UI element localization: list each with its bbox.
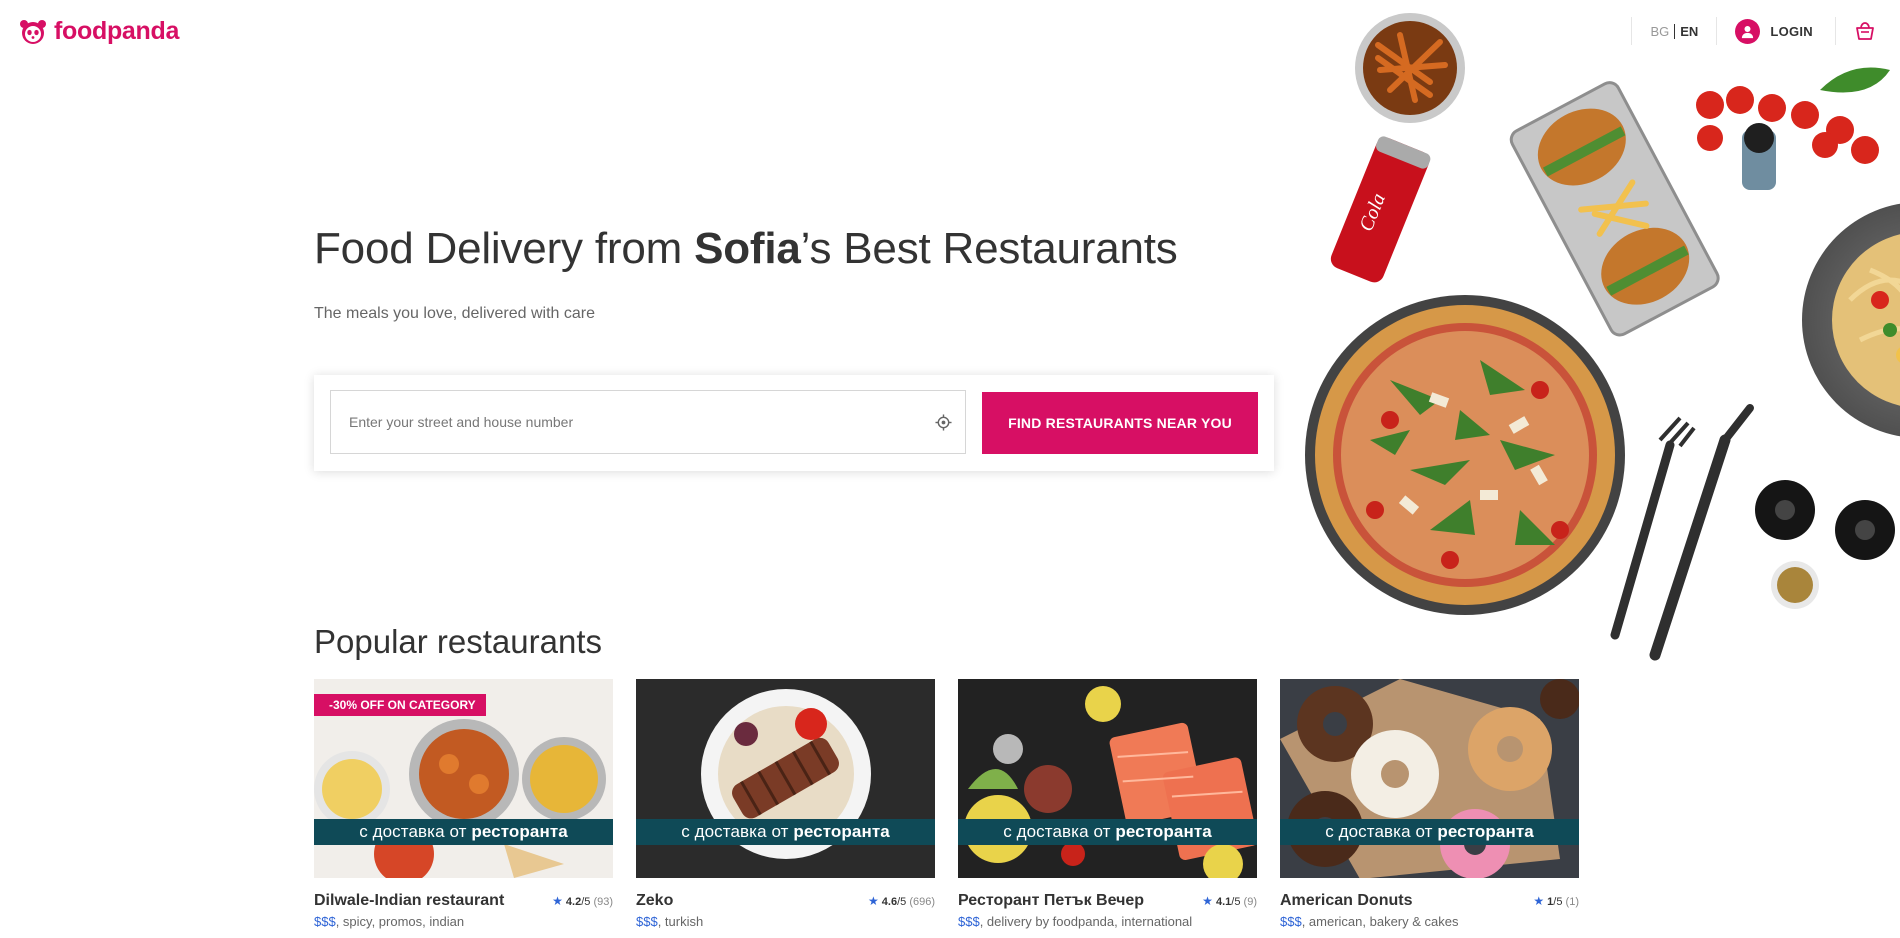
banner-text: с доставка от: [1003, 822, 1116, 841]
star-icon: ★: [867, 894, 879, 908]
restaurant-tags: $$$, turkish: [636, 914, 935, 929]
popular-restaurants-title: Popular restaurants: [314, 623, 602, 660]
delivery-banner: с доставка от ресторанта: [958, 819, 1257, 845]
rating-score: 4.2: [565, 896, 582, 908]
banner-text: с доставка от: [1325, 822, 1438, 841]
card-header-row: American Donuts ★ 1/5 (1): [1280, 892, 1579, 910]
hero-title: Food Delivery from Sofia’s Best Restaura…: [314, 224, 1178, 274]
pizza-image: [1305, 295, 1625, 615]
banner-bold-text: ресторанта: [1437, 822, 1534, 841]
top-navigation: BG EN LOGIN: [1631, 14, 1882, 48]
rating-count: (1): [1565, 896, 1579, 908]
find-restaurants-button[interactable]: FIND RESTAURANTS NEAR YOU: [982, 392, 1258, 454]
tomatoes-image: [1696, 67, 1890, 190]
banner-text: с доставка от: [681, 822, 794, 841]
brand-name: foodpanda: [54, 17, 180, 45]
tags-text: , delivery by foodpanda, international: [979, 914, 1193, 929]
hero-title-pre: Food Delivery from: [314, 224, 695, 273]
delivery-banner: с доставка от ресторанта: [1280, 819, 1579, 845]
banner-text: с доставка от: [359, 822, 472, 841]
panda-logo-icon: [20, 19, 46, 44]
address-input[interactable]: [331, 391, 921, 453]
rating-scale: /5: [1231, 896, 1241, 908]
hero-food-image: Cola: [1280, 0, 1900, 680]
locate-icon: [934, 413, 952, 431]
star-icon: ★: [1202, 894, 1213, 908]
restaurant-tags: $$$, delivery by foodpanda, internationa…: [958, 914, 1257, 929]
banner-bold-text: ресторанта: [793, 822, 890, 841]
lang-bg-link[interactable]: BG: [1650, 23, 1676, 39]
login-button[interactable]: LOGIN: [1717, 18, 1835, 44]
burger-basket-image: [1509, 81, 1720, 337]
hero-title-post: ’s Best Restaurants: [800, 224, 1178, 273]
restaurant-card[interactable]: с доставка от ресторанта American Donuts…: [1280, 679, 1579, 929]
foodpanda-logo[interactable]: foodpanda: [19, 17, 179, 46]
delivery-banner: с доставка от ресторанта: [636, 819, 935, 845]
rating-scale: /5: [1553, 896, 1563, 908]
restaurant-tags: $$$, american, bakery & cakes: [1280, 914, 1579, 929]
restaurant-image: с доставка от ресторанта: [636, 679, 935, 878]
restaurant-card[interactable]: с доставка от ресторанта Ресторант Петък…: [958, 679, 1257, 929]
restaurant-list: -30% OFF ON CATEGORY с доставка от ресто…: [314, 679, 1579, 929]
tags-text: , spicy, promos, indian: [335, 914, 465, 929]
restaurant-rating: ★ 4.2/5 (93): [552, 894, 613, 908]
delivery-banner: с доставка от ресторанта: [314, 819, 613, 845]
cart-button[interactable]: [1836, 21, 1882, 41]
restaurant-name: Zeko: [636, 892, 674, 909]
tags-text: , american, bakery & cakes: [1301, 914, 1459, 929]
rating-count: (696): [909, 896, 935, 908]
star-icon: ★: [552, 894, 563, 908]
rating-score: 4.1: [1216, 896, 1232, 908]
locate-me-button[interactable]: [921, 391, 965, 453]
restaurant-rating: ★ 4.1/5 (9): [1202, 894, 1257, 908]
login-label: LOGIN: [1770, 23, 1813, 39]
price-level: $$$: [314, 914, 336, 929]
rating-score: 4.6: [881, 896, 898, 908]
restaurant-name: Dilwale-Indian restaurant: [314, 892, 505, 909]
restaurant-image: с доставка от ресторанта: [958, 679, 1257, 878]
price-level: $$$: [636, 914, 658, 929]
restaurant-rating: ★ 1/5 (1): [1533, 894, 1579, 908]
promo-badge: -30% OFF ON CATEGORY: [314, 694, 486, 716]
restaurant-image: с доставка от ресторанта: [1280, 679, 1579, 878]
user-icon: [1735, 18, 1761, 44]
hero-title-city: Sofia: [694, 224, 801, 273]
restaurant-card[interactable]: -30% OFF ON CATEGORY с доставка от ресто…: [314, 679, 613, 929]
banner-bold-text: ресторанта: [1115, 822, 1212, 841]
cutlery-image: [1610, 404, 1754, 661]
rating-scale: /5: [581, 896, 591, 908]
tags-text: , turkish: [657, 914, 704, 929]
cart-icon: [1856, 22, 1874, 40]
banner-bold-text: ресторанта: [471, 822, 568, 841]
card-header-row: Zeko ★ 4.6/5 (696): [636, 892, 935, 910]
address-field-wrapper: [330, 390, 966, 454]
rating-count: (93): [593, 896, 613, 908]
cola-can-image: Cola: [1330, 136, 1431, 283]
language-switcher: BG EN: [1632, 23, 1716, 39]
rating-scale: /5: [897, 896, 907, 908]
restaurant-rating: ★ 4.6/5 (696): [868, 894, 935, 908]
rating-count: (9): [1243, 896, 1257, 908]
restaurant-image: -30% OFF ON CATEGORY с доставка от ресто…: [314, 679, 613, 878]
card-header-row: Dilwale-Indian restaurant ★ 4.2/5 (93): [314, 892, 613, 910]
hero-subtitle: The meals you love, delivered with care: [314, 305, 596, 322]
price-level: $$$: [1280, 914, 1302, 929]
fries-cup-image: [1355, 13, 1465, 123]
restaurant-card[interactable]: с доставка от ресторанта Zeko ★ 4.6/5 (6…: [636, 679, 935, 929]
price-level: $$$: [958, 914, 980, 929]
pasta-plate-image: [1802, 203, 1900, 437]
restaurant-name: Ресторант Петък Вечер: [958, 892, 1145, 909]
address-search-box: FIND RESTAURANTS NEAR YOU: [314, 375, 1274, 471]
star-icon: ★: [1533, 894, 1545, 908]
salt-pepper-image: [1755, 480, 1895, 609]
restaurant-name: American Donuts: [1280, 892, 1413, 909]
restaurant-tags: $$$, spicy, promos, indian: [314, 914, 613, 929]
lang-en-link[interactable]: EN: [1675, 24, 1698, 39]
card-header-row: Ресторант Петък Вечер ★ 4.1/5 (9): [958, 892, 1257, 910]
